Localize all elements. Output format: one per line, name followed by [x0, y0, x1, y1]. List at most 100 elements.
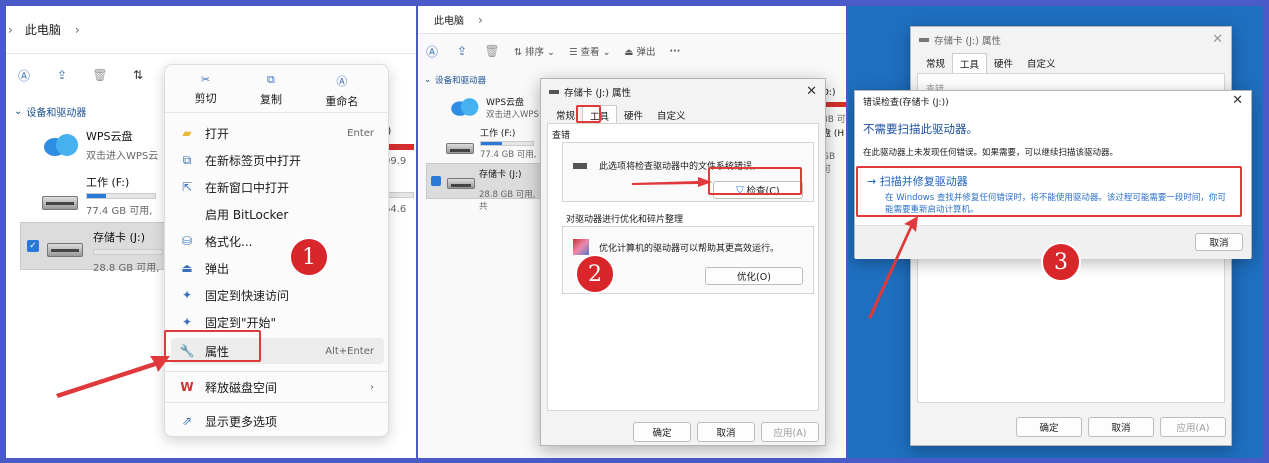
close-icon[interactable]: ✕ — [1232, 93, 1243, 108]
menu-eject[interactable]: ⏏ 弹出 — [171, 255, 384, 281]
desktop-panel-3: 存储卡 (J:) 属性 ✕ 常规 工具 硬件 自定义 查错 确定 取消 应用(A… — [848, 6, 1263, 458]
step-badge: 2 — [575, 254, 615, 294]
drive-sub: 双击进入WPS云 — [86, 151, 159, 162]
menu-free-space[interactable]: W 释放磁盘空间 › — [171, 374, 384, 400]
red-arrow — [632, 177, 712, 187]
menu-format[interactable]: ⛁ 格式化... — [171, 228, 384, 254]
section-header[interactable]: ⌄ 设备和驱动器 — [424, 74, 486, 86]
tab-tools[interactable]: 工具 — [952, 53, 988, 74]
close-icon[interactable]: ✕ — [806, 84, 817, 99]
copy-icon: ⧉ — [267, 73, 275, 86]
folder-icon: ▰ — [182, 126, 192, 140]
new-tab-icon: ⧉ — [182, 152, 192, 167]
group-title-check: 查错 — [552, 131, 571, 141]
defrag-icon — [573, 239, 589, 255]
menu-bitlocker[interactable]: 启用 BitLocker — [171, 201, 384, 227]
drive-work-f[interactable]: 工作 (F:) 77.4 GB 可用, 共 — [446, 126, 548, 160]
share-icon[interactable]: ⇪ — [454, 43, 470, 59]
drive-small-icon — [919, 38, 929, 42]
optimize-description: 优化计算机的驱动器可以帮助其更高效运行。 — [599, 244, 780, 254]
explorer-panel-1: › 此电脑 › Ⓐ ⇪ 🗑 ⇅ ⌄ 设备和驱动器 WPS云盘 双击进入WPS云 … — [6, 6, 416, 458]
highlight-box — [164, 330, 261, 362]
scissors-icon: ✂ — [201, 73, 211, 86]
drive-sub: 28.8 GB 可用, — [93, 263, 160, 274]
highlight-box — [576, 105, 601, 123]
drive-storage-j-selected[interactable]: ✓ 存储卡 (J:) 28.8 GB 可用, — [20, 222, 170, 274]
cut-button[interactable]: ✂ 剪切 — [195, 73, 217, 106]
share-icon[interactable]: ⇪ — [54, 67, 70, 83]
drive-name: 存储卡 (J:) — [93, 231, 146, 244]
tab-strip: 常规 工具 硬件 自定义 — [911, 53, 1231, 74]
drive-name: 工作 (F:) — [86, 176, 130, 189]
breadcrumb[interactable]: › 此电脑 › — [6, 6, 416, 54]
view-button[interactable]: ☰ 查看 ⌄ — [569, 44, 611, 58]
drive-sub: 77.4 GB 可用, 共 — [480, 150, 548, 160]
usage-bar — [93, 249, 163, 255]
cancel-button[interactable]: 取消 — [1195, 233, 1243, 251]
rename-icon[interactable]: Ⓐ — [424, 43, 440, 59]
sort-icon[interactable]: ⇅ — [130, 67, 146, 83]
highlight-box — [708, 167, 802, 195]
drive-sub: 77.4 GB 可用, — [86, 206, 153, 217]
drive-small-icon — [573, 163, 587, 169]
ok-button[interactable]: 确定 — [1016, 417, 1082, 437]
highlight-box — [856, 166, 1242, 217]
checkbox-checked-icon[interactable]: ✓ — [27, 240, 39, 252]
chevron-right-icon: › — [370, 381, 374, 393]
drive-small-icon — [549, 90, 559, 94]
ok-button[interactable]: 确定 — [633, 422, 691, 442]
usage-bar — [86, 193, 156, 199]
dialog-title: 存储卡 (J:) 属性 — [934, 36, 1001, 47]
tab-customize[interactable]: 自定义 — [1020, 53, 1063, 74]
sort-button[interactable]: ⇅ 排序 ⌄ — [514, 44, 555, 58]
chevron-right-icon: › — [8, 22, 13, 37]
drive-icon — [447, 178, 475, 189]
pin-icon: ✦ — [181, 288, 193, 302]
close-icon[interactable]: ✕ — [1212, 32, 1223, 47]
breadcrumb[interactable]: 此电脑 › — [418, 6, 846, 34]
cancel-button[interactable]: 取消 — [697, 422, 755, 442]
chevron-right-icon: › — [74, 22, 80, 37]
dialog-title: 错误检查(存储卡 (J:)) — [863, 97, 949, 108]
breadcrumb-this-pc[interactable]: 此电脑 — [25, 21, 61, 38]
menu-show-more[interactable]: ⇗ 显示更多选项 — [171, 408, 384, 434]
delete-icon[interactable]: 🗑 — [484, 43, 500, 59]
rename-icon[interactable]: Ⓐ — [16, 67, 32, 83]
context-menu: ✂ 剪切 ⧉ 复制 Ⓐ 重命名 ▰ 打开 Enter ⧉ 在新标签页中打开 ⇱ 在新窗口中打开… — [164, 64, 389, 437]
menu-open-new-tab[interactable]: ⧉ 在新标签页中打开 — [171, 147, 384, 173]
rename-button[interactable]: Ⓐ 重命名 — [325, 73, 358, 108]
drive-name: WPS云盘 — [86, 130, 133, 143]
menu-open-new-window[interactable]: ⇱ 在新窗口中打开 — [171, 174, 384, 200]
group-title-optimize: 对驱动器进行优化和碎片整理 — [566, 215, 684, 225]
delete-icon[interactable]: 🗑 — [92, 67, 108, 83]
chevron-right-icon: › — [478, 12, 483, 27]
drive-work-f[interactable]: 工作 (F:) 77.4 GB 可用, — [42, 174, 156, 217]
chevron-down-icon: ⌄ — [14, 106, 23, 117]
more-icon[interactable]: ··· — [670, 46, 681, 57]
cloud-icon — [40, 132, 80, 158]
dialog-titlebar: 存储卡 (J:) 属性 ✕ — [911, 27, 1231, 53]
breadcrumb-this-pc[interactable]: 此电脑 — [434, 12, 464, 27]
section-header[interactable]: ⌄ 设备和驱动器 — [14, 104, 86, 119]
red-arrow — [868, 216, 918, 319]
checkbox-checked-icon[interactable] — [431, 176, 441, 186]
menu-open[interactable]: ▰ 打开 Enter — [171, 120, 384, 146]
copy-button[interactable]: ⧉ 复制 — [260, 73, 282, 106]
tab-hardware[interactable]: 硬件 — [987, 53, 1020, 74]
optimize-button[interactable]: 优化(O) — [705, 267, 803, 285]
rename-icon: Ⓐ — [336, 75, 348, 88]
step-badge: 1 — [289, 237, 329, 277]
wps-icon: W — [180, 380, 194, 394]
more-options-icon: ⇗ — [181, 414, 193, 428]
drive-name: 工作 (F:) — [480, 129, 516, 139]
drive-storage-j-selected[interactable]: 存储卡 (J:) 28.8 GB 可用, 共 — [426, 163, 546, 212]
menu-divider — [165, 402, 388, 403]
eject-button[interactable]: ⏏ 弹出 — [625, 44, 656, 58]
tab-general[interactable]: 常规 — [919, 53, 952, 74]
apply-button: 应用(A) — [761, 422, 819, 442]
cancel-button[interactable]: 取消 — [1088, 417, 1154, 437]
drive-wps-cloud[interactable]: WPS云盘 双击进入WPS云 — [40, 128, 158, 162]
new-window-icon: ⇱ — [181, 180, 193, 194]
menu-pin-quick-access[interactable]: ✦ 固定到快速访问 — [171, 282, 384, 308]
usage-bar — [480, 141, 534, 146]
